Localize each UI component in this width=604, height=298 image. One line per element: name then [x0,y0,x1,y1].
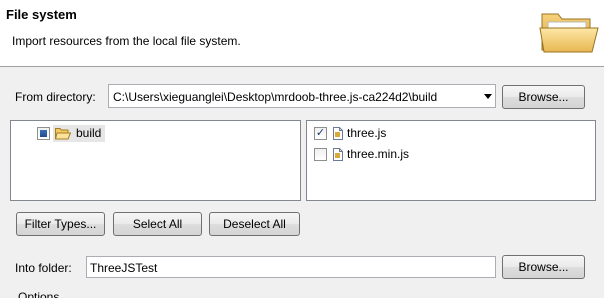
deselect-all-button[interactable]: Deselect All [209,212,300,236]
page-description: Import resources from the local file sys… [12,34,241,48]
tree-item-checkbox[interactable] [37,126,50,140]
file-list[interactable]: ✓ three.js three.min.js [306,120,596,201]
page-title: File system [6,7,77,22]
folder-tree[interactable]: build [10,120,301,201]
folder-open-icon [539,13,599,53]
into-folder-label: Into folder: [15,261,72,275]
from-directory-label: From directory: [15,90,96,104]
chevron-down-icon[interactable] [484,94,492,99]
from-directory-browse-button[interactable]: Browse... [502,85,585,109]
javascript-file-icon [333,126,343,140]
javascript-file-icon [333,147,343,161]
into-folder-value: ThreeJSTest [90,261,158,275]
into-folder-field[interactable]: ThreeJSTest [86,256,496,278]
from-directory-combo[interactable]: C:\Users\xieguanglei\Desktop\mrdoob-thre… [108,84,496,108]
file-item[interactable]: ✓ three.js [314,124,386,142]
select-all-button[interactable]: Select All [113,212,202,236]
file-item-label: three.min.js [347,147,410,161]
into-folder-browse-button[interactable]: Browse... [502,255,585,279]
wizard-header: File system Import resources from the lo… [0,0,604,67]
tree-item-label: build [76,126,102,140]
filter-types-button[interactable]: Filter Types... [16,212,105,236]
file-item-checkbox[interactable]: ✓ [314,126,327,140]
file-item-checkbox[interactable] [314,147,327,161]
tree-item-build[interactable]: build [37,124,106,142]
folder-open-icon [55,127,71,139]
from-directory-value: C:\Users\xieguanglei\Desktop\mrdoob-thre… [113,90,438,104]
tree-item-folder[interactable]: build [53,124,106,142]
file-item-label: three.js [347,126,387,140]
options-group-label: Options [18,290,60,298]
file-item[interactable]: three.min.js [314,145,409,163]
